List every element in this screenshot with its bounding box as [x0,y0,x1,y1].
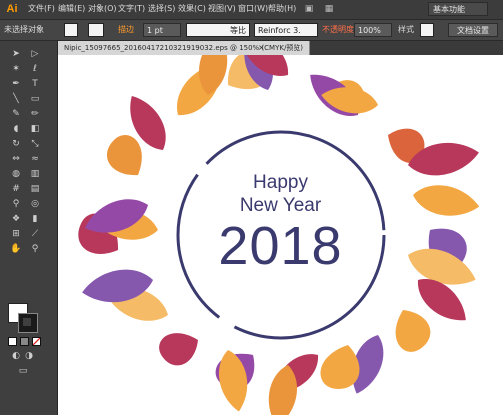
width-icon[interactable]: ⇔ [10,154,22,165]
mesh-icon[interactable]: # [10,184,22,195]
symbol-sprayer-icon[interactable]: ❖ [10,214,22,225]
fill-color-control[interactable] [64,23,78,37]
document-tab-title: Nipic_15097665_20160417210321919032.eps … [64,44,304,52]
app-logo: Ai [6,3,18,15]
slice-icon[interactable]: ⟋ [29,229,41,240]
graph-icon[interactable]: ▮ [29,214,41,225]
blob-brush-icon[interactable]: ◖ [10,124,22,135]
selection-arrow-icon[interactable]: ➤ [10,49,22,60]
menu-window[interactable]: 窗口(W) [238,3,268,14]
brush-definition[interactable]: Reinforc 3. [254,23,318,37]
eyedropper-icon[interactable]: ⚲ [10,199,22,210]
eraser-icon[interactable]: ◧ [29,124,41,135]
paintbrush-icon[interactable]: ✎ [10,109,22,120]
type-icon[interactable]: T [29,79,41,90]
stroke-label[interactable]: 描边 [118,23,134,37]
workspace-switcher[interactable]: 基本功能 [428,2,488,16]
stroke-color-control[interactable] [88,23,104,37]
rotate-icon[interactable]: ↻ [10,139,22,150]
gradient-mode-button[interactable] [20,337,29,346]
artboard-canvas[interactable]: Happy New Year 2018 [58,55,503,415]
style-label: 样式 [398,25,414,34]
menu-object[interactable]: 对象(O) [88,3,117,14]
draw-behind-icon[interactable]: ◑ [23,351,35,362]
control-bar: 未选择对象 描边 1 pt 等比 Reinforc 3. 不透明度 100% 样… [0,20,503,41]
menu-bar: Ai 文件(F) 编辑(E) 对象(O) 文字(T) 选择(S) 效果(C) 视… [0,0,503,20]
hand-icon[interactable]: ✋ [10,244,22,255]
opacity-label[interactable]: 不透明度 [322,23,354,37]
artboard-icon[interactable]: ⊞ [10,229,22,240]
none-slash-icon [33,338,40,345]
menu-help[interactable]: 帮助(H) [268,3,296,14]
screen-mode-icon[interactable]: ▭ [17,366,29,377]
stroke-swatch-hole [23,318,31,326]
pencil-icon[interactable]: ✏ [29,109,41,120]
blend-icon[interactable]: ◎ [29,199,41,210]
color-mode-button[interactable] [8,337,17,346]
draw-mode-icon[interactable]: ◐ [10,351,22,362]
gradient-icon[interactable]: ▤ [29,184,41,195]
selection-status: 未选择对象 [4,25,44,34]
direct-select-icon[interactable]: ▷ [29,49,41,60]
opacity-field[interactable]: 100% [354,23,392,37]
menu-type[interactable]: 文字(T) [118,3,145,14]
document-tab-bar: Nipic_15097665_20160417210321919032.eps … [58,41,503,55]
scale-icon[interactable]: ⤡ [29,139,41,150]
rectangle-icon[interactable]: ▭ [29,94,41,105]
lasso-icon[interactable]: ℓ [29,64,41,75]
document-setup-button[interactable]: 文档设置 [448,23,498,37]
style-picker[interactable] [420,23,434,37]
menu-edit[interactable]: 编辑(E) [58,3,85,14]
perspective-icon[interactable]: ▥ [29,169,41,180]
line-icon[interactable]: ╲ [10,94,22,105]
menu-file[interactable]: 文件(F) [28,3,55,14]
bridge-icon[interactable]: ▣ [302,4,316,15]
magic-wand-icon[interactable]: ✶ [10,64,22,75]
arrange-documents-icon[interactable]: ▦ [322,4,336,15]
tools-panel: ➤ ▷ ✶ ℓ ✒ T ╲ ▭ ✎ ✏ ◖ ◧ ↻ ⤡ ⇔ ≈ ◍ ▥ # ▤ … [0,41,58,415]
greeting-line-2: New Year [239,195,322,216]
variable-width-profile[interactable]: 等比 [186,23,250,37]
menu-select[interactable]: 选择(S) [148,3,175,14]
pen-icon[interactable]: ✒ [10,79,22,90]
greeting-line-1: Happy [253,172,308,193]
stroke-swatch[interactable] [18,313,38,333]
stroke-weight-field[interactable]: 1 pt [143,23,181,37]
zoom-icon[interactable]: ⚲ [29,244,41,255]
menu-view[interactable]: 视图(V) [208,3,236,14]
greeting-year: 2018 [218,216,343,276]
warp-icon[interactable]: ≈ [29,154,41,165]
document-tab[interactable]: Nipic_15097665_20160417210321919032.eps … [58,41,311,55]
shape-builder-icon[interactable]: ◍ [10,169,22,180]
menu-effect[interactable]: 效果(C) [178,3,206,14]
close-tab-icon[interactable]: × [258,41,265,55]
none-mode-button[interactable] [32,337,41,346]
